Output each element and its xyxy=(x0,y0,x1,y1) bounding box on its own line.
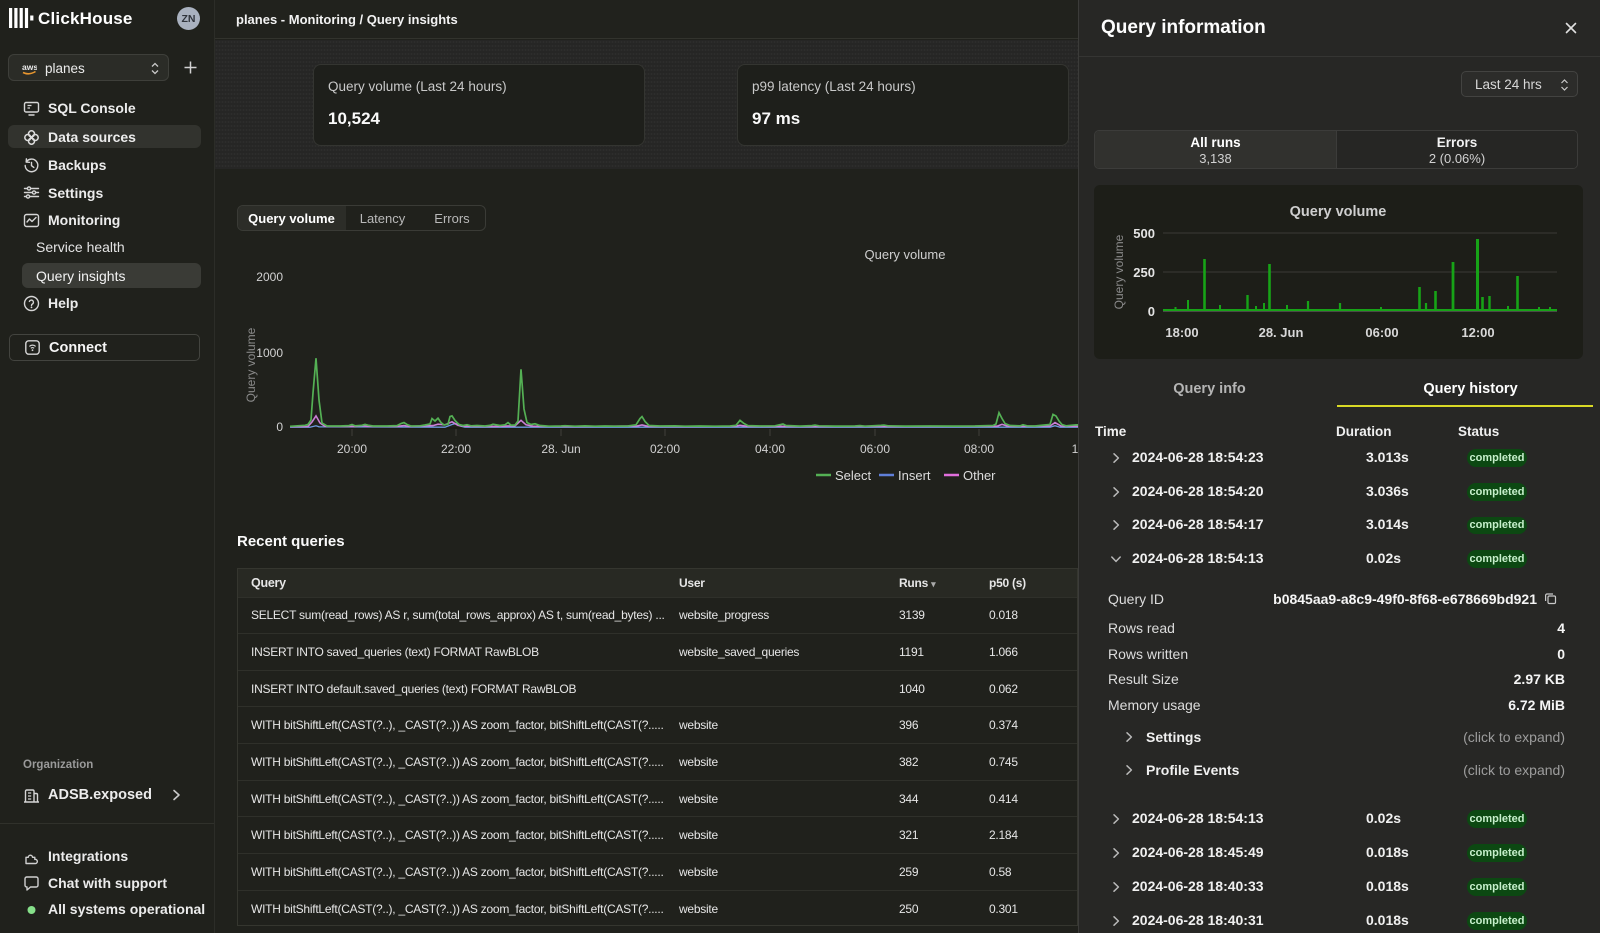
svg-text:06:00: 06:00 xyxy=(860,442,890,456)
svg-text:1000: 1000 xyxy=(256,346,283,360)
svg-text:08:00: 08:00 xyxy=(964,442,994,456)
svg-text:28. Jun: 28. Jun xyxy=(541,442,580,456)
svg-text:Other: Other xyxy=(963,468,996,483)
svg-text:28. Jun: 28. Jun xyxy=(1259,325,1304,340)
svg-text:Query volume: Query volume xyxy=(1112,234,1126,309)
svg-text:Select: Select xyxy=(835,468,872,483)
svg-text:22:00: 22:00 xyxy=(441,442,471,456)
svg-text:02:00: 02:00 xyxy=(650,442,680,456)
svg-text:aws: aws xyxy=(22,62,37,72)
svg-text:18:00: 18:00 xyxy=(1165,325,1198,340)
svg-text:04:00: 04:00 xyxy=(755,442,785,456)
svg-text:Query volume: Query volume xyxy=(244,327,258,402)
svg-text:0: 0 xyxy=(276,420,283,434)
svg-text:06:00: 06:00 xyxy=(1365,325,1398,340)
svg-text:2000: 2000 xyxy=(256,270,283,284)
svg-text:0: 0 xyxy=(1148,304,1155,319)
svg-text:Query volume: Query volume xyxy=(1290,204,1387,220)
svg-text:20:00: 20:00 xyxy=(337,442,367,456)
svg-text:12:00: 12:00 xyxy=(1461,325,1494,340)
svg-text:250: 250 xyxy=(1133,265,1155,280)
svg-text:Insert: Insert xyxy=(898,468,931,483)
svg-text:500: 500 xyxy=(1133,226,1155,241)
